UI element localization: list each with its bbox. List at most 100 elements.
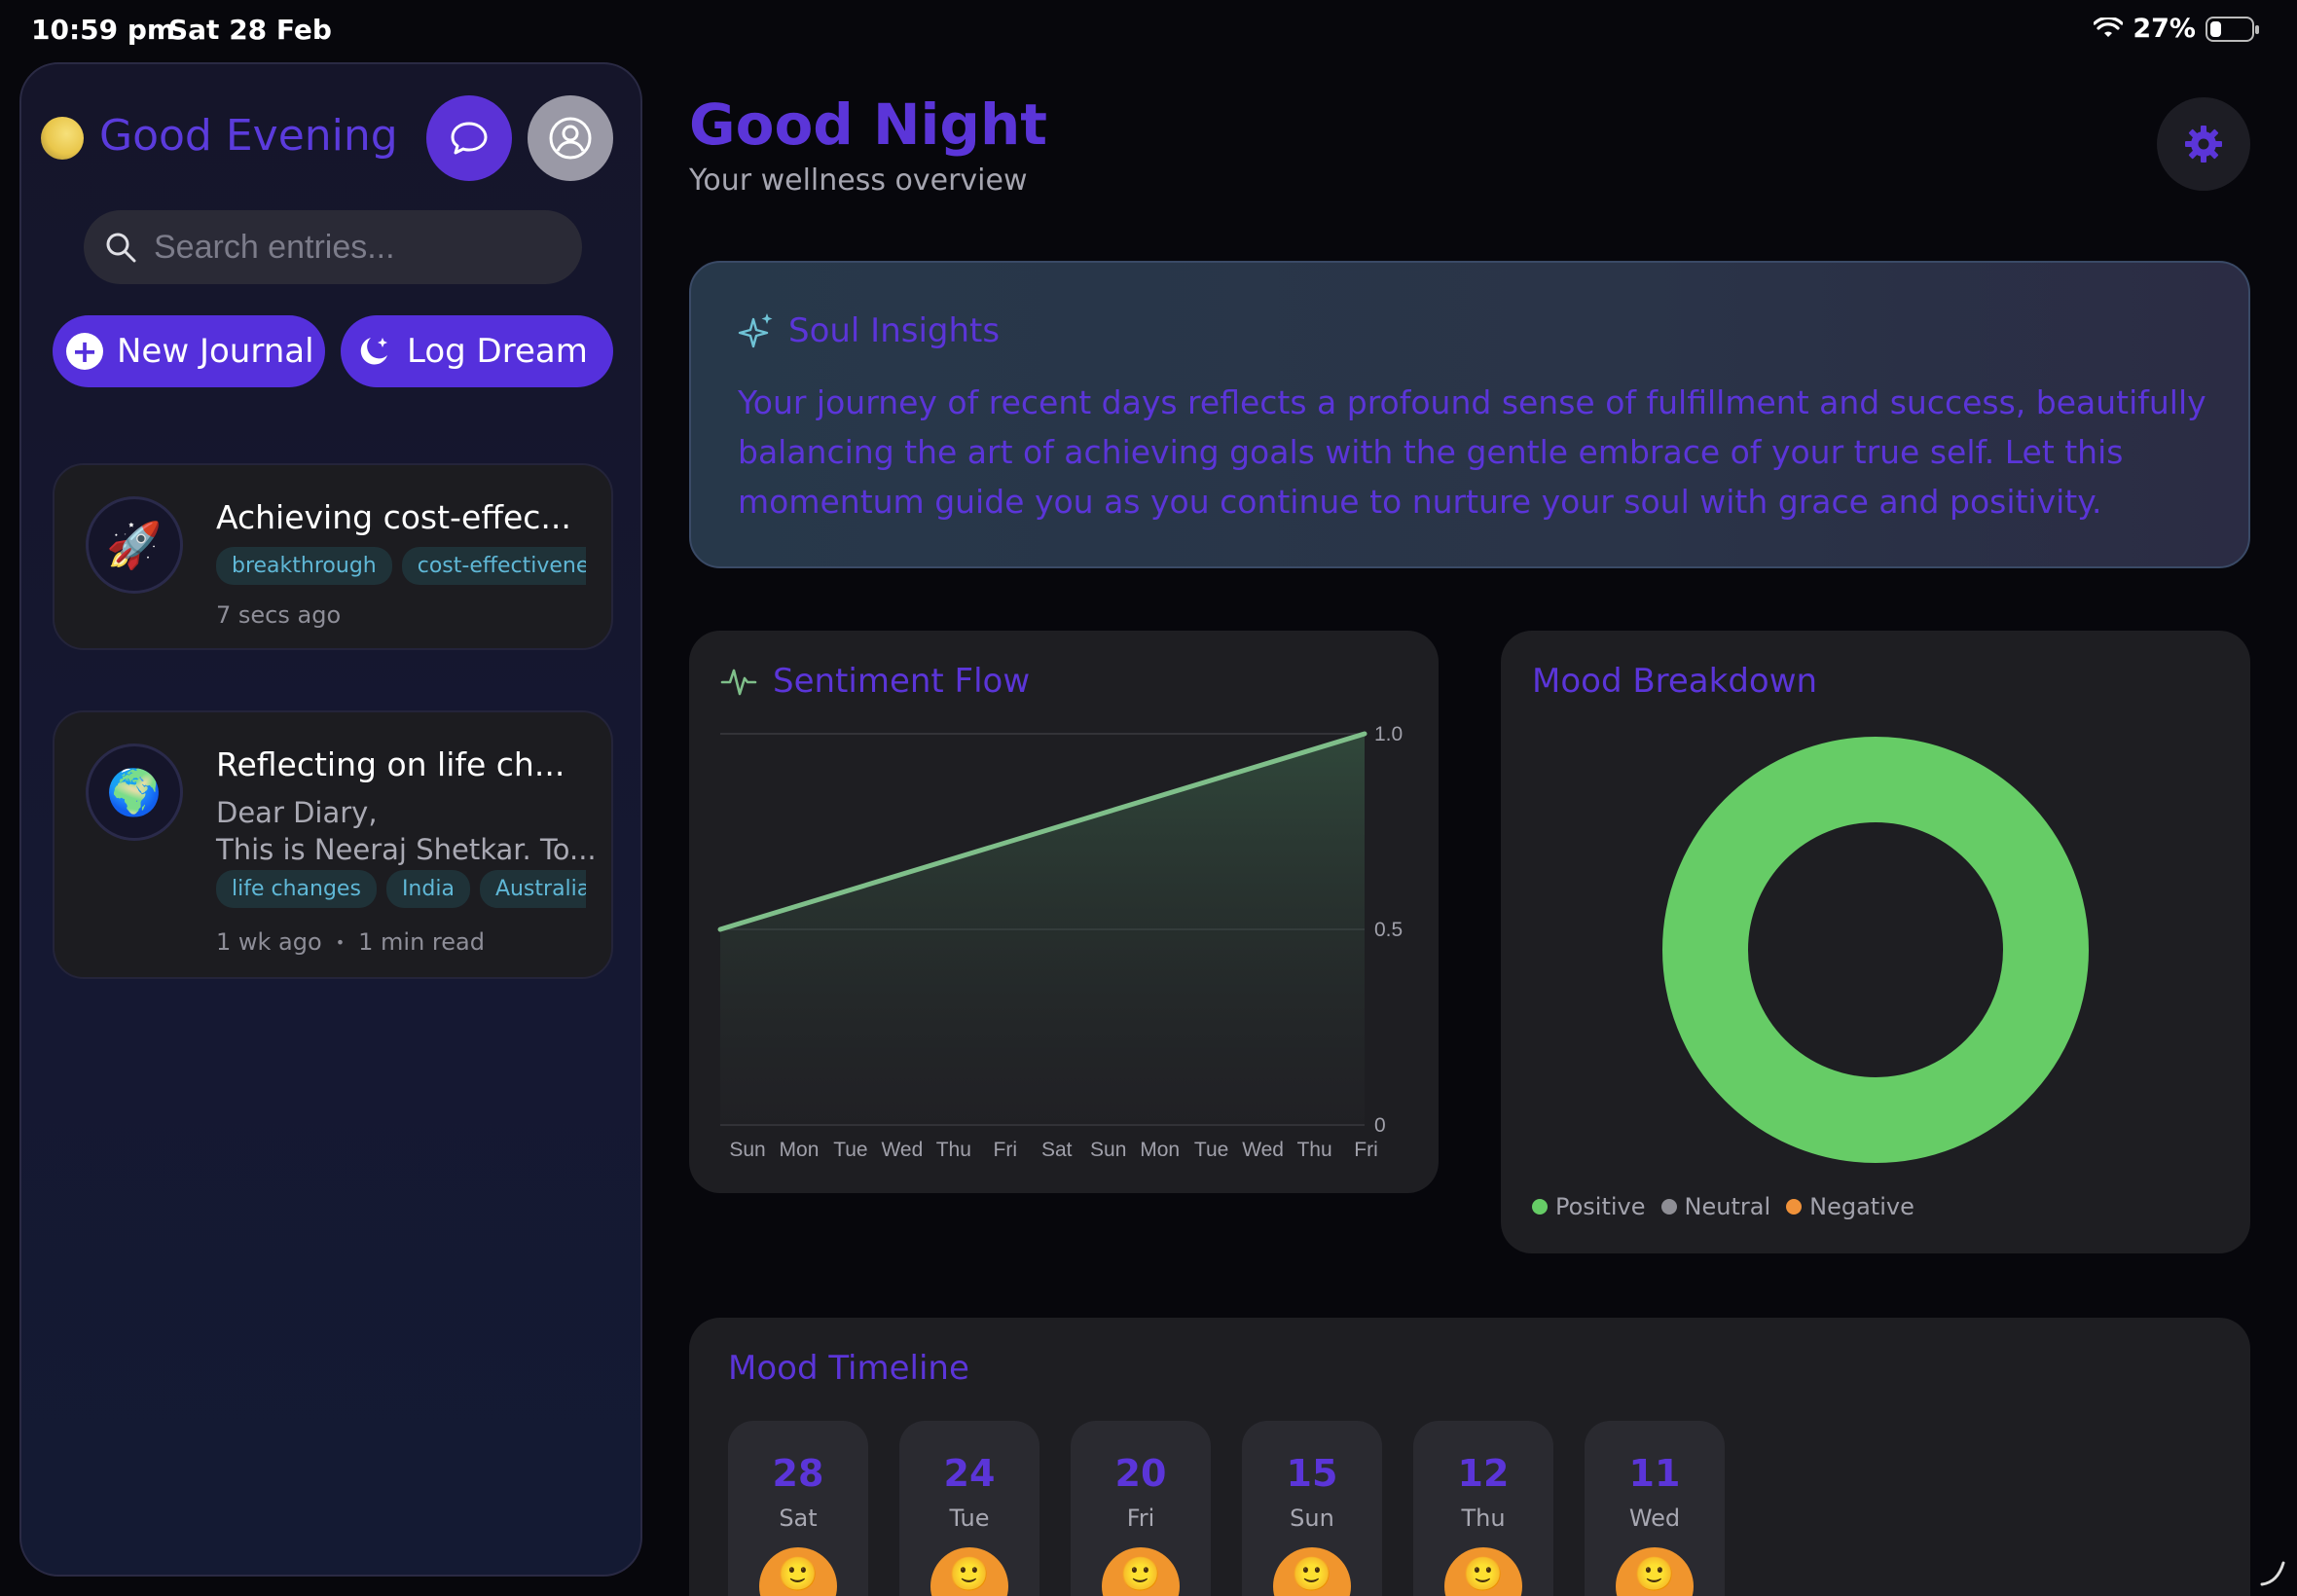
x-tick-label: Thu: [1296, 1139, 1331, 1161]
new-journal-button[interactable]: + New Journal: [53, 315, 325, 387]
x-tick-label: Sun: [1090, 1139, 1126, 1161]
x-tick-label: Tue: [1194, 1139, 1228, 1161]
day-name: Wed: [1628, 1505, 1681, 1532]
legend-label: Neutral: [1684, 1193, 1771, 1220]
entry-time: 1 wk ago: [216, 928, 322, 956]
legend-item-negative: Negative: [1786, 1193, 1914, 1220]
greeting: Good Evening: [99, 111, 398, 161]
log-dream-button[interactable]: Log Dream: [341, 315, 613, 387]
meta-separator: •: [335, 932, 346, 952]
home-indicator-icon: [2260, 1561, 2285, 1586]
mood-emoji-icon: 🙂: [759, 1547, 837, 1596]
user-circle-icon: [549, 117, 592, 160]
entry-preview: Dear Diary, This is Neeraj Shetkar. To..…: [216, 796, 597, 866]
profile-button[interactable]: [528, 95, 613, 181]
day-name: Thu: [1461, 1505, 1506, 1532]
x-tick-label: Tue: [833, 1139, 867, 1161]
gear-icon: [2185, 126, 2222, 163]
mood-emoji-icon: 🙂: [1102, 1547, 1180, 1596]
rocket-icon: 🚀: [86, 496, 183, 594]
status-indicators: 27%: [2094, 14, 2259, 44]
timeline-day-card[interactable]: 20 Fri 🙂: [1071, 1421, 1211, 1596]
chat-bubble-icon: [451, 122, 488, 155]
search-icon: [106, 233, 136, 263]
search-input[interactable]: [154, 228, 563, 267]
timeline-day-card[interactable]: 12 Thu 🙂: [1413, 1421, 1553, 1596]
insights-title: Soul Insights: [788, 311, 1001, 350]
battery-icon: [2206, 16, 2259, 42]
x-tick-label: Mon: [780, 1139, 820, 1161]
mood-donut-chart: [1662, 737, 2089, 1163]
sentiment-header: Sentiment Flow: [720, 662, 1030, 701]
mood-timeline-panel: Mood Timeline 28 Sat 🙂 24 Tue 🙂 20 Fri 🙂 15 Sun 🙂 12…: [689, 1318, 2250, 1596]
y-tick-label: 1.0: [1374, 723, 1403, 745]
insights-text: Your journey of recent days reflects a p…: [738, 383, 2206, 521]
x-tick-label: Wed: [881, 1139, 923, 1161]
timeline-day-card[interactable]: 28 Sat 🙂: [728, 1421, 868, 1596]
moon-stars-icon: [360, 338, 387, 365]
status-time: 10:59 pm: [31, 14, 176, 46]
tag[interactable]: breakthrough: [216, 547, 392, 585]
legend-item-positive: Positive: [1532, 1193, 1646, 1220]
x-tick-label: Sat: [1041, 1139, 1073, 1161]
day-name: Sat: [779, 1505, 818, 1532]
journal-entry-card[interactable]: 🌍 Reflecting on life ch... Dear Diary, T…: [53, 710, 613, 979]
tag[interactable]: India: [385, 870, 470, 908]
entry-title: Reflecting on life ch...: [216, 745, 565, 783]
day-name: Sun: [1290, 1505, 1334, 1532]
mood-emoji-icon: 🙂: [1444, 1547, 1522, 1596]
x-tick-label: Fri: [1354, 1139, 1378, 1161]
tag[interactable]: cost-effectivenes: [401, 547, 586, 585]
entry-title: Achieving cost-effec...: [216, 498, 571, 536]
x-tick-label: Sun: [729, 1139, 765, 1161]
sentiment-area: [720, 734, 1365, 1125]
donut-slice-positive: [1662, 737, 2089, 1163]
sidebar: Good Evening + New Journal Log Dream 🚀: [19, 62, 642, 1577]
status-bar: 10:59 pm Sat 28 Feb 27%: [0, 0, 2297, 60]
entry-read-time: 1 min read: [358, 928, 485, 956]
settings-button[interactable]: [2157, 97, 2250, 191]
status-date: Sat 28 Feb: [168, 14, 332, 46]
journal-entry-card[interactable]: 🚀 Achieving cost-effec... breakthrough c…: [53, 463, 613, 650]
x-tick-label: Mon: [1140, 1139, 1180, 1161]
day-number: 15: [1286, 1452, 1338, 1495]
timeline-day-card[interactable]: 24 Tue 🙂: [899, 1421, 1039, 1596]
day-number: 20: [1114, 1452, 1167, 1495]
sentiment-flow-panel: 1.0 0.5 0 Sun Mon Tue Wed Thu Fri Sat Sun Mon Tue Wed…: [689, 631, 1439, 1193]
timeline-title: Mood Timeline: [728, 1349, 969, 1388]
mood-emoji-icon: 🙂: [1616, 1547, 1694, 1596]
mood-emoji-icon: 🙂: [1273, 1547, 1351, 1596]
legend-dot: [1532, 1199, 1548, 1215]
tag[interactable]: Australia: [479, 870, 586, 908]
entry-time: 7 secs ago: [216, 601, 342, 629]
entry-tags: breakthrough cost-effectivenes: [216, 547, 586, 585]
timeline-day-card[interactable]: 15 Sun 🙂: [1242, 1421, 1382, 1596]
page-subtitle: Your wellness overview: [689, 163, 1028, 198]
chat-button[interactable]: [426, 95, 512, 181]
plus-icon: +: [66, 333, 103, 370]
wifi-icon: [2094, 17, 2124, 37]
soul-insights-card: Soul Insights Your journey of recent day…: [689, 261, 2250, 568]
battery-percent: 27%: [2133, 14, 2196, 44]
globe-icon: 🌍: [86, 744, 183, 841]
entry-meta: 1 wk ago • 1 min read: [216, 928, 485, 956]
timeline-day-card[interactable]: 11 Wed 🙂: [1585, 1421, 1725, 1596]
moon-icon: [41, 117, 84, 160]
page-title: Good Night: [689, 91, 1047, 158]
day-number: 24: [943, 1452, 996, 1495]
search-box[interactable]: [84, 210, 582, 284]
sparkles-icon: [738, 313, 773, 348]
y-tick-label: 0.5: [1374, 919, 1403, 941]
mood-emoji-icon: 🙂: [930, 1547, 1008, 1596]
day-number: 28: [772, 1452, 824, 1495]
day-name: Fri: [1126, 1505, 1155, 1532]
legend-label: Negative: [1809, 1193, 1914, 1220]
day-name: Tue: [949, 1505, 990, 1532]
tag[interactable]: life changes: [216, 870, 377, 908]
entry-tags: life changes India Australia: [216, 870, 586, 908]
legend-label: Positive: [1555, 1193, 1646, 1220]
sentiment-chart: 1.0 0.5 0 Sun Mon Tue Wed Thu Fri Sat Sun Mon Tue Wed…: [717, 723, 1403, 1161]
insights-header: Soul Insights: [738, 311, 1000, 350]
new-journal-label: New Journal: [117, 332, 314, 371]
y-tick-label: 0: [1374, 1114, 1386, 1137]
